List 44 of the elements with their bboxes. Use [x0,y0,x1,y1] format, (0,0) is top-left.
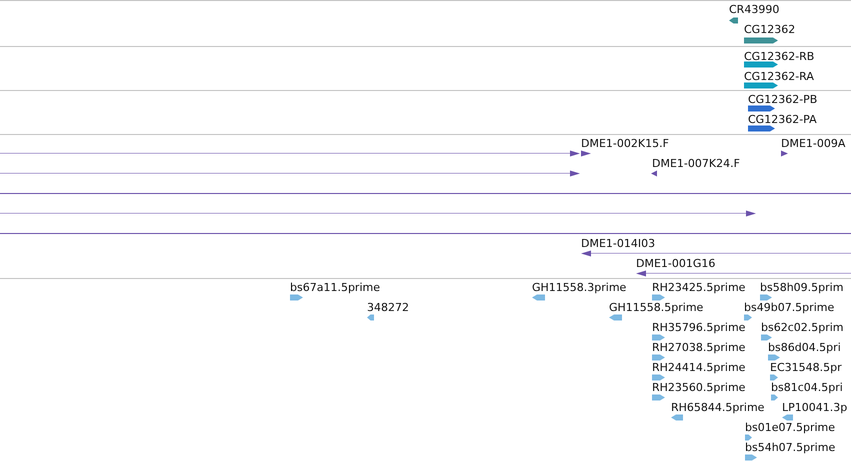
feature-label: DME1-007K24.F [652,157,740,170]
feature-label: EC31548.5pr [770,361,842,374]
feature-glyph[interactable] [744,61,778,68]
feature-label: RH65844.5prime [671,401,764,414]
feature-label: bs62c02.5prim [761,321,844,334]
feature-label: RH24414.5prime [652,361,746,374]
feature-label: DME1-009A [781,137,846,150]
feature-glyph[interactable] [744,82,778,89]
feature-glyph[interactable] [636,270,851,277]
feature-label: RH35796.5prime [652,321,746,334]
feature-label: GH11558.3prime [532,281,626,294]
feature-label: bs01e07.5prime [745,421,836,434]
feature-glyph[interactable] [729,17,738,24]
feature-label: CG12362 [744,23,796,36]
feature-glyph[interactable] [0,210,756,217]
feature-label: GH11558.5prime [609,301,704,314]
feature-label: CG12362-RA [744,70,814,83]
feature-label: bs49b07.5prime [744,301,834,314]
feature-glyph[interactable] [748,105,775,112]
feature-label: 348272 [367,301,409,314]
feature-glyph[interactable] [581,150,591,157]
feature-label: RH23425.5prime [652,281,746,294]
feature-glyph[interactable] [0,150,580,157]
feature-glyph[interactable] [651,170,657,177]
feature-glyph[interactable] [581,250,851,257]
feature-label: RH27038.5prime [652,341,746,354]
feature-label: CG12362-RB [744,50,814,63]
feature-glyph[interactable] [744,37,778,44]
feature-label: CG12362-PA [748,113,817,126]
feature-glyph[interactable] [781,150,788,157]
feature-glyph[interactable] [748,125,775,132]
feature-label: RH23560.5prime [652,381,746,394]
feature-label: bs67a11.5prime [290,281,380,294]
feature-label: bs54h07.5prime [745,441,836,454]
feature-label: CG12362-PB [748,93,818,106]
feature-label: DME1-001G16 [636,257,716,270]
feature-glyph[interactable] [0,170,580,177]
feature-label: LP10041.3p [782,401,848,414]
feature-label: CR43990 [729,3,780,16]
feature-label: bs86d04.5pri [768,341,841,354]
feature-label: bs81c04.5pri [771,381,843,394]
feature-label: DME1-014I03 [581,237,656,250]
feature-label: bs58h09.5prim [760,281,844,294]
feature-label: DME1-002K15.F [581,137,669,150]
